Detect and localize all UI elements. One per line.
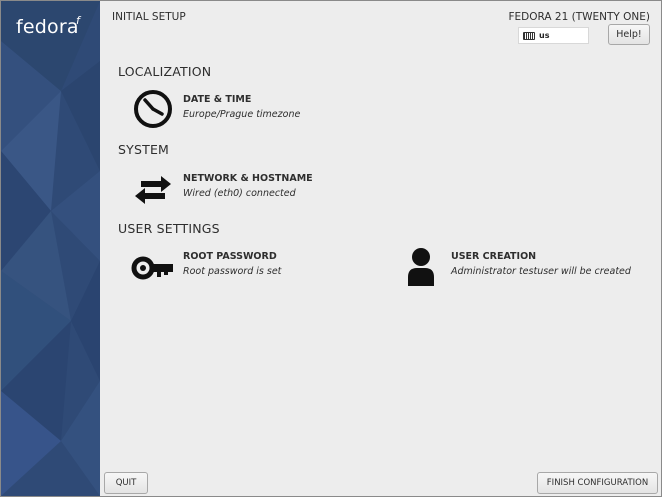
spoke-date-time[interactable]: DATE & TIME Europe/Prague timezone bbox=[131, 89, 391, 133]
section-localization: LOCALIZATION bbox=[118, 64, 212, 79]
keyboard-icon bbox=[523, 31, 535, 40]
spoke-user-creation-title: USER CREATION bbox=[451, 251, 537, 262]
clock-icon bbox=[134, 90, 172, 128]
keyboard-layout-label: us bbox=[539, 31, 550, 40]
spoke-network-hostname[interactable]: NETWORK & HOSTNAME Wired (eth0) connecte… bbox=[131, 168, 391, 212]
fedora-logo: fedora bbox=[16, 16, 79, 38]
product-title: FEDORA 21 (TWENTY ONE) bbox=[508, 11, 650, 23]
fedora-logo-mark: f bbox=[76, 14, 80, 27]
sidebar: fedora f bbox=[1, 1, 100, 496]
spoke-root-password-status: Root password is set bbox=[183, 266, 282, 277]
setup-title: INITIAL SETUP bbox=[112, 11, 186, 23]
spoke-date-time-status: Europe/Prague timezone bbox=[183, 109, 301, 120]
help-button[interactable]: Help! bbox=[608, 24, 650, 45]
sidebar-pattern bbox=[1, 1, 100, 496]
spoke-user-creation[interactable]: USER CREATION Administrator testuser wil… bbox=[399, 246, 649, 290]
key-icon bbox=[131, 256, 173, 280]
spoke-root-password-title: ROOT PASSWORD bbox=[183, 251, 277, 262]
section-system: SYSTEM bbox=[118, 142, 170, 157]
spoke-network-hostname-title: NETWORK & HOSTNAME bbox=[183, 173, 313, 184]
user-icon bbox=[408, 248, 434, 286]
keyboard-layout-indicator[interactable]: us bbox=[518, 27, 589, 44]
section-user-settings: USER SETTINGS bbox=[118, 221, 220, 236]
main-hub: INITIAL SETUP FEDORA 21 (TWENTY ONE) us … bbox=[101, 1, 661, 496]
spoke-date-time-title: DATE & TIME bbox=[183, 94, 252, 105]
network-arrows-icon bbox=[135, 176, 171, 204]
finish-configuration-button[interactable]: FINISH CONFIGURATION bbox=[537, 472, 658, 494]
initial-setup-window: fedora f INITIAL SETUP FEDORA 21 (TWENTY… bbox=[0, 0, 662, 497]
spoke-network-hostname-status: Wired (eth0) connected bbox=[183, 188, 296, 199]
spoke-root-password[interactable]: ROOT PASSWORD Root password is set bbox=[131, 246, 391, 290]
quit-button[interactable]: QUIT bbox=[104, 472, 148, 494]
spoke-user-creation-status: Administrator testuser will be created bbox=[451, 266, 631, 277]
